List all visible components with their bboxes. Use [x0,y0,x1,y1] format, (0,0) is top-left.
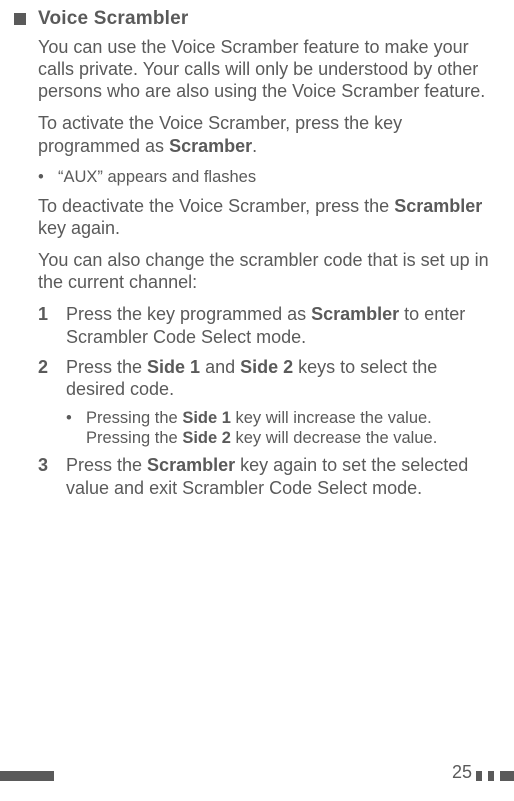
text: Press the key programmed as [66,304,311,324]
step-1: 1 Press the key programmed as Scrambler … [38,303,500,347]
text: key again. [38,218,120,238]
sub-text: Pressing the Side 1 key will increase th… [86,408,500,449]
intro-paragraph: You can use the Voice Scramber feature t… [38,36,500,102]
section-bullet-icon [14,13,26,25]
footer-bar-icon [500,771,514,781]
deactivate-paragraph: To deactivate the Voice Scramber, press … [38,195,500,239]
scrambler-bold: Scrambler [147,455,235,475]
side2-bold: Side 2 [182,429,231,447]
bullet-dot-icon: • [38,167,58,187]
step-number: 1 [38,303,66,347]
text: and [200,357,240,377]
step-text: Press the Scrambler key again to set the… [66,454,500,498]
aux-bullet: • “AUX” appears and flashes [38,167,500,187]
text: Pressing the [86,409,182,427]
step-2: 2 Press the Side 1 and Side 2 keys to se… [38,356,500,400]
text: key will decrease the value. [231,429,437,447]
footer-bar-icon [488,771,494,781]
scrambler-bold: Scrambler [311,304,399,324]
step-number: 3 [38,454,66,498]
step-2-sub-bullet: • Pressing the Side 1 key will increase … [66,408,500,449]
scrambler-bold: Scrambler [394,196,482,216]
bullet-dot-icon: • [66,408,86,449]
body-content: You can use the Voice Scramber feature t… [14,36,500,499]
scramber-bold: Scramber [169,136,252,156]
page-footer: 25 [0,763,514,783]
text: Press the [66,455,147,475]
text: To deactivate the Voice Scramber, press … [38,196,394,216]
step-text: Press the Side 1 and Side 2 keys to sele… [66,356,500,400]
section-heading: Voice Scrambler [38,8,189,30]
footer-bar-icon [476,771,482,781]
aux-text: “AUX” appears and flashes [58,167,256,187]
step-number: 2 [38,356,66,400]
page-number: 25 [452,762,472,783]
text: Press the [66,357,147,377]
side1-bold: Side 1 [147,357,200,377]
change-code-paragraph: You can also change the scrambler code t… [38,249,500,293]
side2-bold: Side 2 [240,357,293,377]
side1-bold: Side 1 [182,409,231,427]
step-text: Press the key programmed as Scrambler to… [66,303,500,347]
step-3: 3 Press the Scrambler key again to set t… [38,454,500,498]
text: . [252,136,257,156]
activate-paragraph: To activate the Voice Scramber, press th… [38,112,500,156]
footer-bar-left-icon [0,771,54,781]
